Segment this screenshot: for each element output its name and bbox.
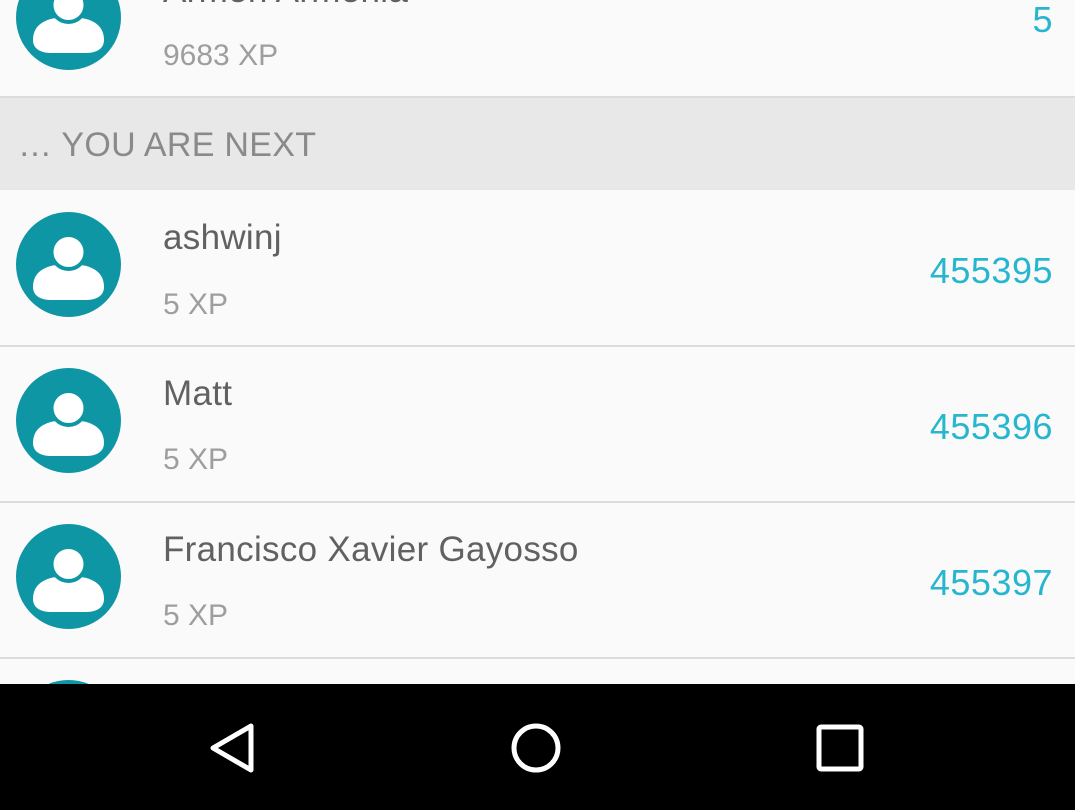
recents-square-icon[interactable] (812, 720, 868, 776)
navigation-bar (0, 684, 1075, 810)
back-triangle-icon[interactable] (205, 720, 261, 776)
user-rank: 455396 (929, 406, 1053, 447)
section-header-label: … YOU ARE NEXT (18, 126, 317, 164)
user-rank: 5 (1032, 0, 1053, 40)
user-xp: 5 XP (163, 288, 229, 321)
user-xp: 9683 XP (163, 39, 279, 72)
leaderboard-list[interactable]: Armen Armenia 9683 XP 5 … YOU ARE NEXT a… (0, 0, 1075, 684)
user-xp: 5 XP (163, 599, 229, 632)
leaderboard-row[interactable]: Matt 5 XP 455396 (0, 347, 1075, 503)
leaderboard-row[interactable]: Armen Armenia 9683 XP 5 (0, 0, 1075, 98)
section-header: … YOU ARE NEXT (0, 98, 1075, 190)
user-xp: 5 XP (163, 443, 229, 476)
leaderboard-row[interactable] (0, 659, 1075, 684)
leaderboard-screen: Armen Armenia 9683 XP 5 … YOU ARE NEXT a… (0, 0, 1075, 810)
user-rank: 455395 (929, 250, 1053, 291)
user-avatar-icon (16, 368, 121, 473)
user-name: ashwinj (163, 218, 282, 257)
user-rank: 455397 (929, 562, 1053, 603)
leaderboard-row[interactable]: ashwinj 5 XP 455395 (0, 190, 1075, 347)
user-name: Francisco Xavier Gayosso (163, 530, 579, 569)
user-avatar-icon (16, 212, 121, 317)
user-avatar-icon (16, 524, 121, 629)
leaderboard-row[interactable]: Francisco Xavier Gayosso 5 XP 455397 (0, 503, 1075, 659)
user-name: Armen Armenia (163, 0, 408, 11)
user-avatar-icon (16, 0, 121, 70)
user-name: Matt (163, 374, 233, 413)
home-circle-icon[interactable] (508, 720, 564, 776)
